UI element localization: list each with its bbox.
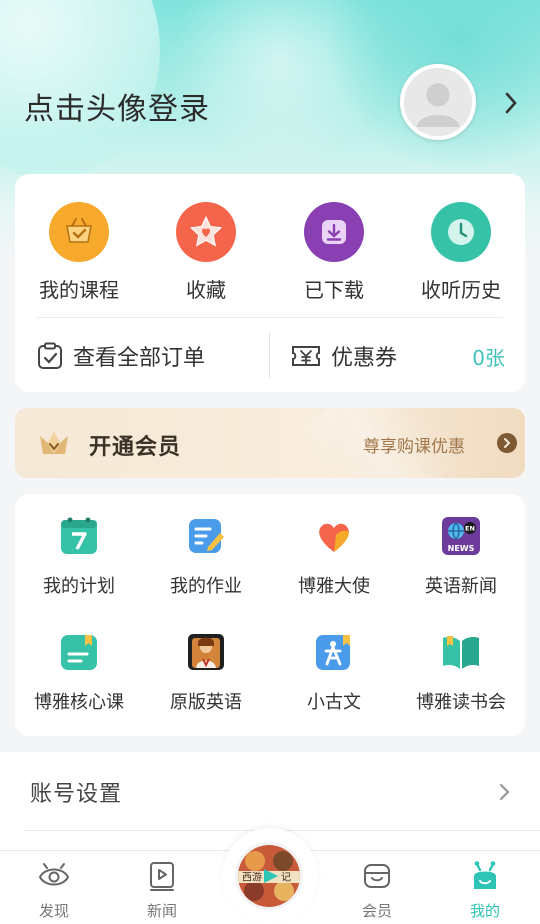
news-badge-small: EN: [465, 525, 475, 533]
tab-member[interactable]: 会员: [337, 859, 417, 921]
original-english-item[interactable]: 原版英语: [142, 632, 270, 714]
calendar-icon: [61, 517, 97, 554]
avatar[interactable]: [400, 64, 476, 140]
chevron-right-icon[interactable]: [500, 88, 524, 118]
feature-label: 博雅大使: [298, 576, 370, 597]
member-box-icon: [364, 864, 390, 888]
my-content-card: 我的课程 收藏 已下载 收听历史 查看全部订单 优惠券 0张: [15, 174, 525, 392]
me-robot-icon: [474, 861, 496, 889]
reading-club-item[interactable]: 博雅读书会: [397, 632, 525, 714]
coupons-label: 优惠券: [331, 346, 398, 371]
all-orders-label: 查看全部订单: [73, 346, 206, 371]
quick-actions: 我的课程 收藏 已下载 收听历史: [15, 202, 525, 302]
ambassador-heart-icon: [319, 523, 349, 552]
tab-label: 我的: [469, 902, 500, 920]
feature-label: 我的作业: [170, 576, 242, 597]
ambassador-item[interactable]: 博雅大使: [270, 516, 398, 598]
all-orders-link[interactable]: 查看全部订单: [37, 338, 205, 374]
chevron-right-icon[interactable]: [498, 780, 512, 804]
coupons-link[interactable]: 优惠券 0张: [291, 338, 505, 374]
now-playing-disc[interactable]: 西游 记: [235, 842, 303, 910]
favorites-button[interactable]: 收藏: [142, 202, 270, 303]
quick-action-label: 我的课程: [39, 278, 119, 302]
download-icon: [304, 202, 364, 262]
default-avatar-icon: [404, 68, 472, 136]
vip-membership-banner[interactable]: 开通会员 尊享购课优惠: [15, 408, 525, 478]
vip-promo: 尊享购课优惠: [363, 437, 465, 457]
history-clock-icon: [431, 202, 491, 262]
classical-chinese-icon: [316, 635, 350, 670]
feature-label: 原版英语: [170, 692, 242, 713]
go-arrow-icon[interactable]: [497, 433, 517, 453]
tab-label: 新闻: [146, 902, 177, 920]
my-plan-item[interactable]: 我的计划: [15, 516, 143, 598]
divider: [37, 317, 503, 318]
quick-action-label: 收听历史: [421, 278, 501, 302]
tab-label: 发现: [38, 902, 69, 920]
vip-title: 开通会员: [89, 435, 182, 460]
news-play-icon: [150, 862, 174, 891]
coupons-count: 0张: [472, 345, 505, 370]
feature-label: 博雅核心课: [34, 692, 124, 713]
tab-label: 会员: [361, 902, 392, 920]
login-prompt[interactable]: 点击头像登录: [24, 84, 210, 128]
account-settings-label[interactable]: 账号设置: [30, 776, 122, 808]
feature-label: 我的计划: [43, 576, 115, 597]
core-course-item[interactable]: 博雅核心课: [15, 632, 143, 714]
order-clipboard-icon: [38, 342, 62, 369]
classical-chinese-item[interactable]: 小古文: [270, 632, 398, 714]
downloads-button[interactable]: 已下载: [270, 202, 398, 303]
reading-club-icon: [443, 636, 479, 669]
my-homework-item[interactable]: 我的作业: [142, 516, 270, 598]
coupon-ticket-icon: [292, 346, 320, 366]
feature-label: 小古文: [307, 692, 361, 713]
disc-text: 记: [281, 872, 291, 884]
quick-action-label: 已下载: [304, 278, 364, 302]
news-badge-text: NEWS: [448, 544, 475, 553]
tab-me[interactable]: 我的: [445, 859, 525, 921]
course-basket-icon: [49, 202, 109, 262]
crown-icon: [40, 432, 68, 454]
feature-label: 博雅读书会: [416, 692, 506, 713]
favorite-star-icon: [176, 202, 236, 262]
album-cover-icon: 西游 记: [238, 845, 300, 907]
tab-news[interactable]: 新闻: [122, 859, 202, 921]
quick-action-label: 收藏: [186, 278, 226, 302]
my-courses-button[interactable]: 我的课程: [15, 202, 143, 303]
features-card: 我的计划 我的作业 博雅大使 EN NEWS 英语新闻 博雅核心课 原版英语 小…: [15, 494, 525, 736]
discover-eye-icon: [38, 863, 70, 886]
divider: [269, 332, 270, 378]
tab-discover[interactable]: 发现: [14, 859, 94, 921]
english-news-icon: EN NEWS: [442, 517, 480, 555]
core-course-icon: [61, 635, 97, 670]
homework-icon: [189, 519, 224, 553]
feature-label: 英语新闻: [425, 576, 497, 597]
disc-text: 西游: [242, 871, 262, 884]
original-english-icon: [188, 634, 224, 670]
listen-history-button[interactable]: 收听历史: [397, 202, 525, 303]
english-news-item[interactable]: EN NEWS 英语新闻: [397, 516, 525, 598]
